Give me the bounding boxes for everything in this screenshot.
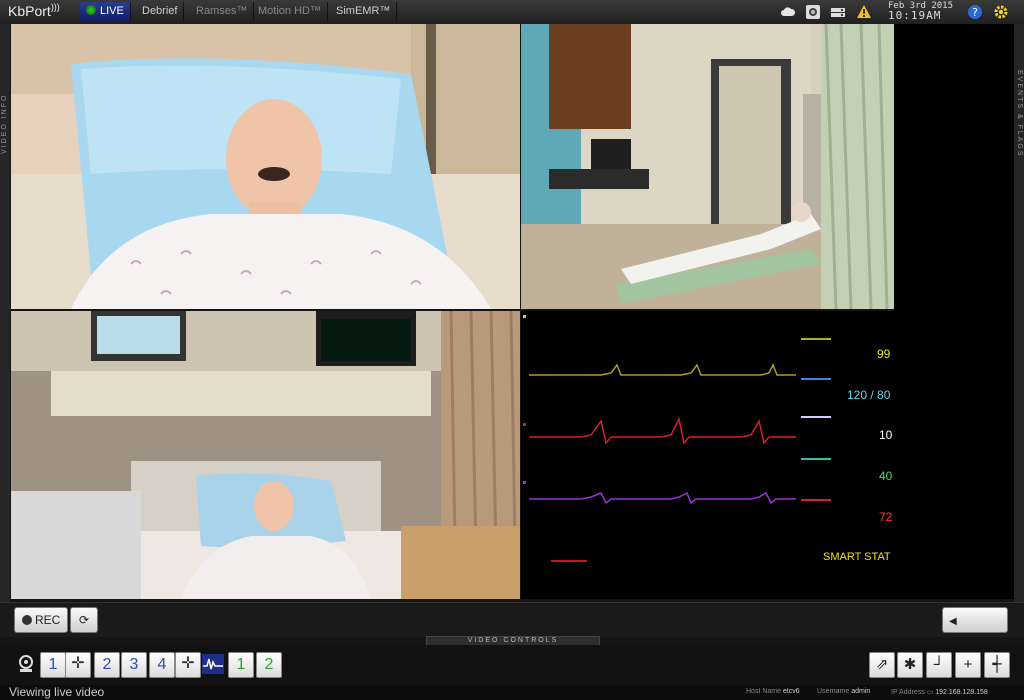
vital-value-3: 10	[879, 428, 893, 442]
popout-button[interactable]: ⇗	[869, 652, 895, 678]
camera-3-button[interactable]: 3	[121, 652, 147, 678]
events-flags-sidebar[interactable]: EVENTS & FLAGS	[1014, 24, 1024, 602]
smart-stat-label: SMART STAT	[823, 551, 891, 563]
warning-icon[interactable]	[856, 4, 872, 20]
control-bar: REC ⟳ ◀	[0, 602, 1024, 637]
camera-feed-3[interactable]	[11, 311, 520, 599]
snapshot-button[interactable]: ⟳	[70, 607, 98, 633]
webcam-icon[interactable]	[16, 654, 36, 674]
ip-value: 192.168.128.158	[935, 689, 988, 696]
video-info-sidebar[interactable]: VIDEO INFO	[0, 24, 10, 602]
live-indicator-icon	[86, 5, 96, 15]
volume-control[interactable]: ◀	[942, 607, 1008, 633]
vitals-2-button[interactable]: 2	[256, 652, 282, 678]
exam-room-image	[521, 24, 894, 309]
camera-1-button[interactable]: 1	[40, 652, 66, 678]
tab-motion-hd[interactable]: Motion HD™	[252, 2, 328, 21]
vital-value-5: 72	[879, 510, 893, 524]
plus-icon: +	[963, 656, 973, 673]
corner-button[interactable]: ┘	[926, 652, 952, 678]
host-value: etcv6	[782, 688, 800, 695]
tab-live[interactable]: LIVE	[80, 2, 131, 21]
vital-value-2: 120 / 80	[847, 388, 891, 402]
host-info: Host Name etcv6	[746, 688, 800, 695]
ip-label: IP Address	[891, 689, 925, 696]
tab-debrief[interactable]: Debrief	[136, 2, 185, 21]
record-icon	[21, 615, 32, 625]
vital-value-4: 40	[879, 469, 893, 483]
status-message: Viewing live video	[9, 685, 105, 699]
external-link-icon: ⇗	[875, 656, 889, 673]
tab-label: LIVE	[100, 5, 124, 17]
user-label: Username	[817, 688, 850, 695]
waveform-2	[529, 416, 796, 445]
host-label: Host Name	[746, 688, 782, 695]
speaker-icon: ◀	[949, 616, 957, 627]
user-value: admin	[851, 688, 871, 695]
tab-label: SimEMR™	[336, 5, 391, 17]
tab-label: Debrief	[142, 5, 178, 17]
tab-label: Ramses™	[196, 5, 248, 17]
asterisk-icon: ✱	[903, 656, 917, 673]
wifi-icon: )))	[50, 2, 60, 12]
layout-button[interactable]: ✱	[897, 652, 923, 678]
tab-simemr[interactable]: SimEMR™	[330, 2, 398, 21]
move-icon: ✛	[181, 655, 195, 672]
cloud-icon[interactable]	[780, 4, 796, 20]
corner-icon: ┘	[933, 656, 945, 673]
video-controls-label: VIDEO CONTROLS	[467, 637, 559, 644]
refresh-icon: ⟳	[78, 613, 90, 627]
ip-info: IP Address ▭ 192.168.128.158	[891, 688, 988, 696]
date-time: Feb 3rd 2015 10:19AM	[888, 1, 953, 21]
svg-text:?: ?	[972, 6, 978, 19]
record-label: REC	[35, 613, 61, 627]
camera-1-expand-button[interactable]: ✛	[65, 652, 91, 678]
settings-icon[interactable]	[993, 4, 1009, 20]
camera-feed-2[interactable]	[521, 24, 894, 309]
time-text: 10:19AM	[888, 9, 942, 22]
video-info-label: VIDEO INFO	[1, 93, 8, 154]
app-logo: KbPort)))	[8, 2, 60, 19]
help-icon[interactable]: ?	[967, 4, 983, 20]
camera-4-expand-button[interactable]: ✛	[175, 652, 201, 678]
vitals-monitor: 99 120 / 80 10 40 72 SMART STAT	[521, 311, 894, 599]
tab-label: Motion HD™	[258, 5, 321, 17]
tab-ramses[interactable]: Ramses™	[190, 2, 255, 21]
vitals-1-button[interactable]: 1	[228, 652, 254, 678]
logo-text: KbPort	[8, 3, 51, 19]
plus-corner-icon: ┽	[992, 656, 1002, 673]
record-button[interactable]: REC	[14, 607, 68, 633]
monitor-icon: ▭	[926, 689, 934, 696]
waveform-3	[529, 491, 796, 505]
drive-icon[interactable]	[830, 4, 846, 20]
hospital-bed-image	[11, 311, 520, 599]
vital-value-1: 99	[877, 347, 891, 361]
status-bar: Viewing live video Host Name etcv6 Usern…	[0, 685, 1024, 700]
vitals-waveform-icon[interactable]	[202, 654, 224, 674]
events-flags-label: EVENTS & FLAGS	[1016, 70, 1023, 158]
camera-icon[interactable]	[805, 4, 821, 20]
move-icon: ✛	[71, 655, 85, 672]
camera-4-button[interactable]: 4	[149, 652, 175, 678]
add-corner-button[interactable]: ┽	[984, 652, 1010, 678]
camera-feed-1[interactable]	[11, 24, 520, 309]
patient-closeup-image	[11, 24, 520, 309]
user-info: Username admin	[817, 688, 870, 695]
add-button[interactable]: +	[955, 652, 981, 678]
waveform-1	[529, 363, 796, 376]
event-area	[894, 24, 1014, 599]
camera-2-button[interactable]: 2	[94, 652, 120, 678]
top-bar: KbPort))) LIVE Debrief Ramses™ Motion HD…	[0, 0, 1024, 25]
